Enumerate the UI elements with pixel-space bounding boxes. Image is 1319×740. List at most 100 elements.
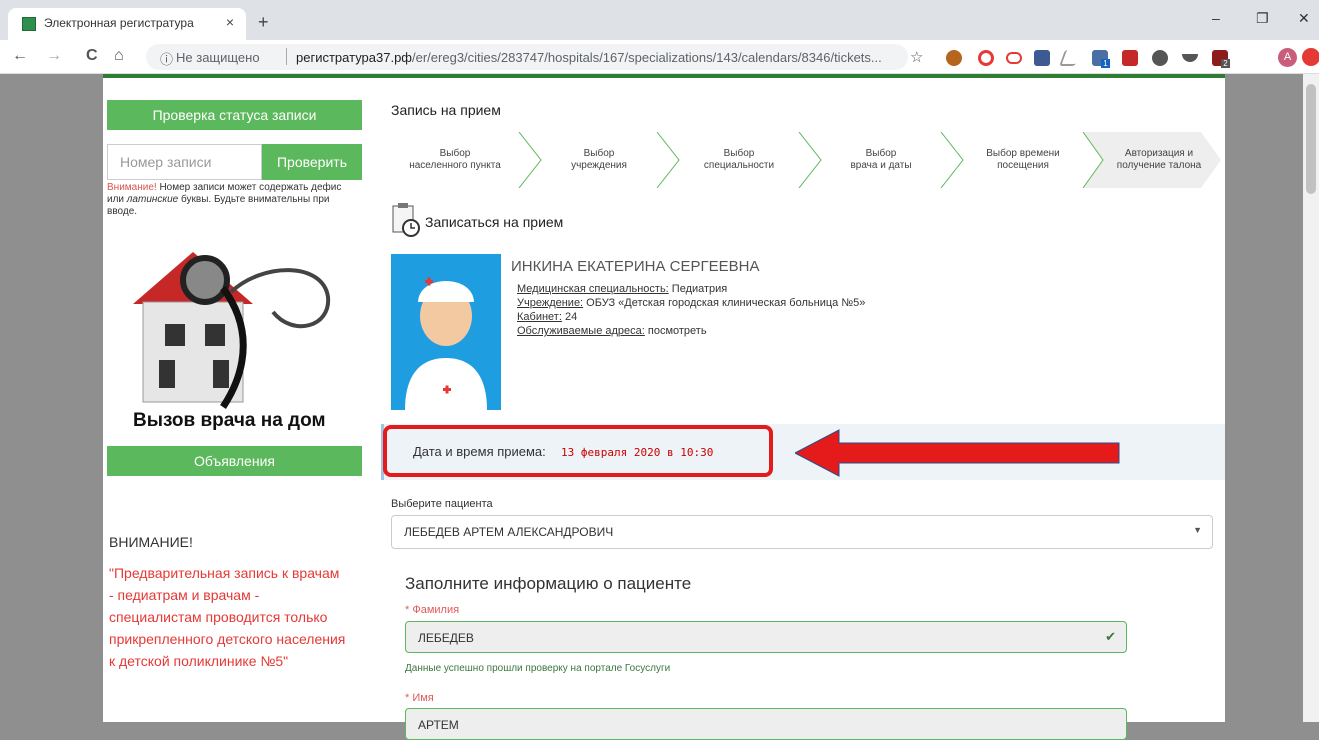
doctor-institution-row: Учреждение: ОБУЗ «Детская городская клин… [517, 296, 865, 310]
warning-italic: латинские [126, 194, 179, 205]
red-arrow-annotation [795, 429, 1120, 477]
attention-text: "Предварительная запись к врачам - педиа… [109, 565, 346, 669]
institution-value: ОБУЗ «Детская городская клиническая боль… [583, 297, 866, 309]
step-line: Выбор времени [986, 148, 1060, 159]
header-accent-line [103, 74, 1225, 78]
extension-character-icon[interactable] [946, 50, 962, 66]
step-line: получение талона [1116, 160, 1202, 171]
record-warning: Внимание! Номер записи может содержать д… [107, 182, 357, 218]
extension-pdf-icon[interactable] [1122, 50, 1138, 66]
tab-title: Электронная регистратура [44, 16, 194, 30]
scrollbar-thumb[interactable] [1306, 84, 1316, 194]
name-label: * Имя [405, 692, 434, 704]
browser-toolbar: ← → C ⌂ ⓘ Не защищено регистратура37.рф/… [0, 40, 1319, 74]
book-title: Записаться на прием [425, 214, 564, 230]
clipboard-clip [398, 203, 408, 208]
extension-puzzle-icon[interactable] [1152, 50, 1168, 66]
forward-button[interactable]: → [46, 47, 62, 65]
page-scrollbar[interactable] [1303, 74, 1319, 722]
home-button[interactable]: ⌂ [114, 47, 124, 65]
extension-check-icon[interactable] [1059, 50, 1081, 66]
step-line: Выбор [439, 148, 471, 159]
extension-box-icon[interactable]: 1 [1092, 50, 1110, 68]
page-content: Проверка статуса записи Номер записи Про… [103, 74, 1225, 740]
step-institution[interactable]: Выбор учреждения [541, 132, 657, 188]
extension-cloud-icon[interactable] [1006, 52, 1022, 64]
house-call-caption: Вызов врача на дом [133, 410, 326, 431]
attention-title: ВНИМАНИЕ! [109, 534, 193, 550]
record-number-input[interactable]: Номер записи [107, 144, 262, 180]
step-arrow [940, 132, 964, 188]
extension-target-icon[interactable] [978, 50, 994, 66]
house-door [159, 360, 175, 388]
step-arrow [798, 132, 822, 188]
surname-label: * Фамилия [405, 604, 460, 616]
highlight-box [383, 425, 773, 477]
house-call-image[interactable] [113, 242, 353, 412]
step-line: населенного пункта [409, 160, 501, 171]
name-field[interactable]: АРТЕМ [405, 708, 1127, 740]
calendar-clock-icon [392, 203, 420, 237]
extension-hat-icon[interactable] [1182, 54, 1198, 62]
reload-button[interactable]: C [86, 47, 98, 65]
security-status: Не защищено [176, 50, 260, 65]
patient-select[interactable]: ЛЕБЕДЕВ АРТЕМ АЛЕКСАНДРОВИЧ ▼ [391, 515, 1213, 549]
bookmark-star-icon[interactable]: ☆ [910, 48, 923, 66]
browser-tab-bar: Электронная регистратура × + – ❐ ✕ [0, 0, 1319, 40]
step-arrow [518, 132, 542, 188]
minimize-button[interactable]: – [1212, 10, 1220, 26]
doctor-name: ИНКИНА ЕКАТЕРИНА СЕРГЕЕВНА [511, 258, 760, 275]
step-authorization[interactable]: Авторизация и получение талона [1103, 132, 1215, 188]
step-line: специальности [703, 160, 775, 171]
url-text[interactable]: регистратура37.рф/er/ereg3/cities/283747… [296, 50, 882, 65]
dropdown-caret-icon: ▼ [1193, 525, 1202, 535]
info-icon[interactable]: ⓘ [160, 49, 173, 68]
announcements-button[interactable]: Объявления [107, 446, 362, 476]
site-favicon-icon [22, 17, 36, 31]
extension-shield-icon[interactable]: 2 [1212, 50, 1230, 68]
step-doctor-date[interactable]: Выбор врача и даты [821, 132, 941, 188]
close-window-button[interactable]: ✕ [1298, 10, 1310, 27]
status-check-header[interactable]: Проверка статуса записи [107, 100, 362, 130]
cabinet-label: Кабинет: [517, 311, 562, 323]
maximize-button[interactable]: ❐ [1256, 10, 1269, 27]
step-line: Авторизация и [1124, 148, 1194, 159]
step-city[interactable]: Выбор населенного пункта [391, 132, 519, 188]
doctor-coat [405, 358, 487, 410]
browser-tab[interactable]: Электронная регистратура × [8, 8, 246, 40]
back-button[interactable]: ← [12, 47, 28, 65]
doctor-specialty-row: Медицинская специальность: Педиатрия [517, 282, 865, 296]
step-specialty[interactable]: Выбор специальности [679, 132, 799, 188]
step-line: Выбор [865, 148, 897, 159]
page-title: Запись на прием [391, 102, 501, 118]
warning-prefix: Внимание! [107, 182, 157, 193]
name-value: АРТЕМ [418, 718, 459, 732]
step-time[interactable]: Выбор времени посещения [963, 132, 1083, 188]
stethoscope-head-icon [180, 255, 230, 305]
doctor-addresses-row: Обслуживаемые адреса: посмотреть [517, 324, 865, 338]
check-button[interactable]: Проверить [262, 144, 362, 180]
address-bar[interactable]: ⓘ Не защищено регистратура37.рф/er/ereg3… [146, 44, 908, 70]
step-arrow [656, 132, 680, 188]
browser-menu-icon[interactable] [1302, 48, 1319, 66]
validation-message: Данные успешно прошли проверку на портал… [405, 663, 671, 674]
address-divider [286, 48, 287, 65]
addresses-link[interactable]: посмотреть [645, 325, 707, 337]
extension-grid-icon[interactable] [1034, 50, 1050, 66]
doctor-details: Медицинская специальность: Педиатрия Учр… [517, 282, 865, 338]
booking-steps: Выбор населенного пункта Выбор учреждения … [391, 132, 1221, 188]
profile-avatar[interactable]: A [1278, 48, 1297, 67]
arrow-shape [795, 429, 1120, 477]
specialty-value: Педиатрия [668, 283, 728, 295]
step-line: Выбор [723, 148, 755, 159]
step-line: посещения [997, 160, 1049, 171]
cap-cross-v [427, 277, 431, 286]
institution-label: Учреждение: [517, 297, 584, 309]
extension-badge: 1 [1101, 59, 1110, 68]
surname-field[interactable]: ЛЕБЕДЕВ ✔ [405, 621, 1127, 653]
specialty-label: Медицинская специальность: [517, 283, 669, 295]
coat-cross-v [445, 385, 449, 394]
patient-info-heading: Заполните информацию о пациенте [405, 574, 692, 593]
tab-close-icon[interactable]: × [226, 14, 234, 30]
new-tab-button[interactable]: + [258, 12, 269, 33]
